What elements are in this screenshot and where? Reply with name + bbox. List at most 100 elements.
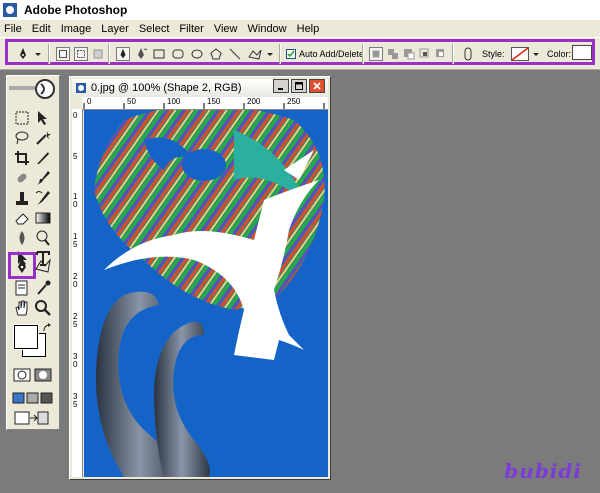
menu-select[interactable]: Select	[135, 23, 176, 35]
line-tool-icon[interactable]	[228, 47, 242, 61]
toolbox-logo-icon[interactable]	[7, 76, 59, 102]
screen-mode-icons[interactable]	[12, 391, 54, 405]
eraser-icon[interactable]	[13, 209, 31, 227]
menu-bar: File Edit Image Layer Select Filter View…	[0, 20, 600, 38]
ruler-label: 2 0	[73, 272, 78, 289]
clone-stamp-icon[interactable]	[13, 189, 31, 207]
document-window: 0.jpg @ 100% (Shape 2, RGB) 0 50 100 150…	[69, 76, 331, 480]
maximize-button[interactable]	[291, 79, 307, 93]
swap-colors-icon[interactable]	[42, 323, 52, 333]
watermark-signature: bubidi	[504, 459, 582, 483]
ruler-label: 5	[73, 152, 78, 161]
auto-add-delete-label[interactable]: Auto Add/Delete	[299, 49, 364, 59]
intersect-shape-area-icon[interactable]	[418, 47, 432, 61]
freeform-pen-icon[interactable]	[134, 47, 148, 61]
subtract-shape-area-icon[interactable]	[402, 47, 416, 61]
artwork-image	[84, 110, 328, 477]
ruler-label: 1 0	[73, 192, 78, 209]
rounded-rectangle-tool-icon[interactable]	[171, 47, 185, 61]
document-title: 0.jpg @ 100% (Shape 2, RGB)	[91, 82, 242, 94]
minimize-icon	[278, 88, 283, 90]
pen-icon[interactable]	[13, 257, 31, 275]
fill-pixels-icon[interactable]	[92, 47, 104, 61]
zoom-icon[interactable]	[34, 299, 52, 317]
link-layer-style-icon[interactable]	[462, 47, 474, 61]
separator	[362, 44, 364, 64]
exclude-shape-area-icon[interactable]	[434, 47, 448, 61]
document-titlebar[interactable]: 0.jpg @ 100% (Shape 2, RGB)	[72, 79, 328, 97]
foreground-color-swatch[interactable]	[13, 324, 39, 350]
chevron-down-icon[interactable]	[34, 47, 42, 61]
ruler-label: 1 5	[73, 232, 78, 249]
ruler-horizontal: 0 50 100 150 200 250	[82, 97, 328, 110]
menu-filter[interactable]: Filter	[175, 23, 209, 35]
ruler-label: 0	[87, 97, 92, 106]
close-button[interactable]	[309, 79, 325, 93]
separator	[452, 44, 454, 64]
dodge-icon[interactable]	[34, 229, 52, 247]
color-picker[interactable]	[12, 322, 52, 358]
blur-icon[interactable]	[13, 229, 31, 247]
gradient-icon[interactable]	[34, 209, 52, 227]
pen-icon[interactable]	[116, 47, 130, 61]
color-swatch[interactable]	[572, 45, 592, 60]
ruler-label: 150	[207, 97, 221, 106]
quick-mask-mode-icon[interactable]	[34, 366, 52, 384]
separator	[48, 44, 50, 64]
eyedropper-icon[interactable]	[34, 279, 52, 297]
paths-icon[interactable]	[74, 47, 88, 61]
document-icon	[76, 83, 86, 93]
menu-layer[interactable]: Layer	[97, 23, 135, 35]
toolbox	[6, 75, 60, 430]
ruler-vertical: 0 5 1 0 1 5 2 0 2 5 3 0 3 5	[72, 109, 83, 477]
menu-edit[interactable]: Edit	[28, 23, 57, 35]
move-icon[interactable]	[34, 109, 52, 127]
hand-icon[interactable]	[13, 299, 31, 317]
notes-icon[interactable]	[13, 279, 31, 297]
custom-shape-icon[interactable]	[34, 257, 52, 275]
minimize-button[interactable]	[273, 79, 289, 93]
history-brush-icon[interactable]	[34, 189, 52, 207]
photoshop-app-icon	[3, 3, 17, 17]
chevron-down-icon[interactable]	[532, 47, 540, 61]
healing-brush-icon[interactable]	[13, 169, 31, 187]
separator	[279, 44, 281, 64]
marquee-icon[interactable]	[13, 109, 31, 127]
add-shape-area-icon[interactable]	[386, 47, 400, 61]
brush-icon[interactable]	[34, 169, 52, 187]
menu-file[interactable]: File	[0, 23, 28, 35]
standard-mode-icon[interactable]	[13, 366, 31, 384]
magic-wand-icon[interactable]	[34, 129, 52, 147]
document-canvas[interactable]	[84, 110, 328, 477]
separator	[108, 44, 110, 64]
ruler-label: 250	[287, 97, 301, 106]
rectangle-tool-icon[interactable]	[152, 47, 166, 61]
menu-window[interactable]: Window	[244, 23, 293, 35]
style-swatch-none-icon[interactable]	[511, 47, 529, 61]
polygon-tool-icon[interactable]	[209, 47, 223, 61]
color-label: Color:	[547, 49, 572, 59]
ruler-label: 2 5	[73, 312, 78, 329]
menu-help[interactable]: Help	[293, 23, 326, 35]
chevron-down-icon[interactable]	[266, 47, 274, 61]
checkmark-icon	[286, 49, 296, 59]
options-bar: Auto Add/Delete Style: Color:	[0, 37, 600, 70]
app-title: Adobe Photoshop	[24, 3, 128, 17]
lasso-icon[interactable]	[13, 129, 31, 147]
menu-image[interactable]: Image	[57, 23, 98, 35]
app-titlebar: Adobe Photoshop	[0, 0, 600, 20]
menu-view[interactable]: View	[210, 23, 244, 35]
style-label: Style:	[482, 49, 505, 59]
jump-to-imageready-icon[interactable]	[13, 409, 49, 427]
auto-add-delete-checkbox[interactable]	[286, 47, 296, 61]
shape-layers-icon[interactable]	[56, 47, 70, 61]
custom-shape-tool-icon[interactable]	[247, 47, 263, 61]
new-shape-area-icon[interactable]	[369, 47, 383, 61]
pen-tool-preset-icon[interactable]	[16, 47, 30, 61]
close-icon	[313, 82, 321, 90]
slice-icon[interactable]	[34, 149, 52, 167]
ruler-label: 200	[247, 97, 261, 106]
crop-icon[interactable]	[13, 149, 31, 167]
ellipse-tool-icon[interactable]	[190, 47, 204, 61]
ruler-label: 100	[167, 97, 181, 106]
